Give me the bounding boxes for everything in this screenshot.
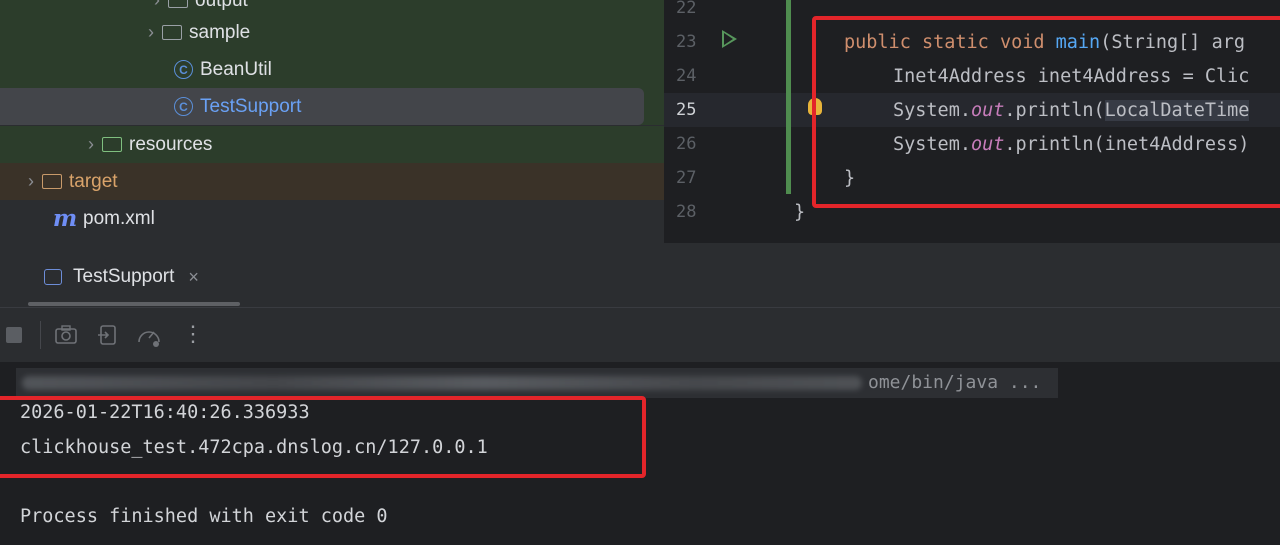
line-number: 26 [676, 134, 697, 154]
blurred-command-path [22, 376, 862, 390]
chevron-right-icon[interactable]: › [20, 171, 42, 192]
tree-item-resources[interactable]: › resources [0, 126, 664, 163]
tree-item-label: BeanUtil [200, 58, 272, 80]
profiler-gauge-icon[interactable] [136, 324, 162, 348]
active-tab-indicator [28, 302, 240, 306]
chevron-right-icon[interactable]: › [140, 22, 162, 43]
java-class-runnable-icon: C [174, 97, 193, 116]
line-number: 23 [676, 32, 697, 52]
console-output[interactable]: ome/bin/java ... 2026-01-22T16:40:26.336… [0, 362, 1280, 545]
folder-icon [42, 174, 62, 189]
run-gutter-icon[interactable] [722, 30, 737, 48]
run-toolbar: ⋮ [0, 307, 1280, 362]
line-number-current: 25 [664, 93, 774, 127]
maven-icon: m [52, 205, 78, 232]
line-number: 27 [676, 168, 697, 188]
tree-item-label: output [195, 0, 248, 11]
console-icon [44, 269, 62, 285]
project-tree: › output › sample C BeanUtil C TestSuppo… [0, 0, 664, 243]
annotation-highlight-box [0, 396, 646, 478]
tree-item-beanutil[interactable]: C BeanUtil [0, 51, 664, 88]
chevron-right-icon[interactable]: › [80, 134, 102, 155]
camera-icon[interactable] [54, 324, 78, 346]
package-folder-icon [162, 25, 182, 40]
command-tail: ome/bin/java ... [868, 372, 1042, 393]
tree-item-label: pom.xml [83, 207, 155, 229]
stop-icon[interactable] [6, 327, 22, 343]
annotation-highlight-box [812, 16, 1280, 208]
line-number: 28 [676, 202, 697, 222]
line-number: 22 [676, 0, 697, 18]
java-class-icon: C [174, 60, 193, 79]
code-line-28: } [794, 201, 806, 223]
tree-item-sample[interactable]: › sample [0, 14, 664, 51]
more-options-icon[interactable]: ⋮ [182, 321, 204, 347]
folder-icon [168, 0, 188, 8]
vcs-change-marker [786, 0, 791, 194]
console-line-exit: Process finished with exit code 0 [20, 506, 388, 527]
tree-item-label: TestSupport [200, 95, 302, 117]
tree-item-label: target [69, 170, 118, 192]
close-icon[interactable]: × [188, 267, 199, 288]
tree-item-label: sample [189, 21, 251, 43]
tree-item-label: resources [129, 133, 213, 155]
chevron-right-icon[interactable]: › [146, 0, 168, 11]
run-tab-bar: TestSupport × [0, 247, 1280, 307]
tab-testsupport[interactable]: TestSupport × [44, 262, 199, 292]
command-line: ome/bin/java ... [16, 368, 1058, 398]
tab-label: TestSupport [73, 266, 175, 287]
code-editor[interactable]: 22 23 24 25 26 27 28 public static void … [664, 0, 1280, 243]
tree-item-pom[interactable]: m pom.xml [0, 200, 664, 237]
toolbar-divider [40, 321, 41, 349]
tree-item-target[interactable]: › target [0, 163, 664, 200]
restore-layout-icon[interactable] [96, 324, 118, 346]
resources-folder-icon [102, 137, 122, 152]
line-number: 24 [676, 66, 697, 86]
tree-item-testsupport[interactable]: C TestSupport [0, 88, 644, 125]
